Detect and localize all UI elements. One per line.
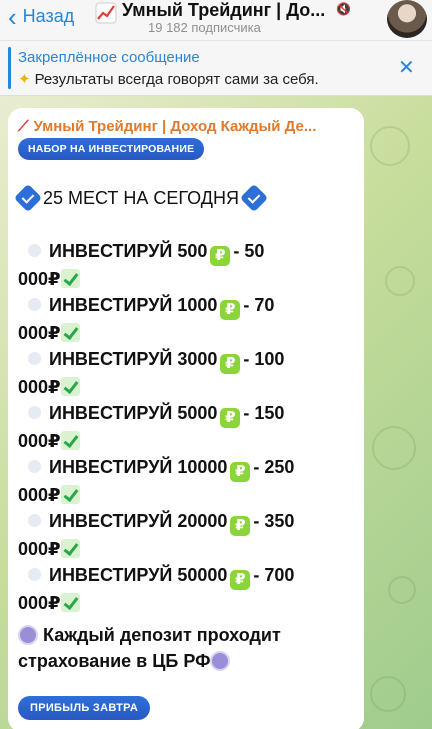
- pinned-text: Результаты всегда говорят сами за себя.: [34, 71, 319, 88]
- list-item: ИНВЕСТИРУЙ 1000 ₽ - 70 000₽: [18, 295, 275, 343]
- green-check-icon: [60, 323, 80, 342]
- profit-tomorrow-button[interactable]: ПРИБЫЛЬ ЗАВТРА: [18, 696, 151, 720]
- list-item: ИНВЕСТИРУЙ 10000 ₽ - 250 000₽: [18, 457, 295, 505]
- sender-name[interactable]: ⟋ Умный Трейдинг | Доход Каждый Де...: [18, 118, 316, 135]
- verified-check-icon: [239, 183, 269, 213]
- green-check-icon: [60, 539, 80, 558]
- bank-seal-icon: [210, 651, 231, 671]
- invest-list: ИНВЕСТИРУЙ 500 ₽ - 50 000₽ ИНВЕСТИРУЙ 1000 ₽…: [18, 238, 358, 616]
- channel-title[interactable]: Умный Трейдинг | До...: [122, 0, 325, 21]
- chart-up-icon: ⟋: [18, 118, 29, 135]
- badge-investing: НАБОР НА ИНВЕСТИРОВАНИЕ: [18, 138, 205, 160]
- list-item: ИНВЕСТИРУЙ 20000 ₽ - 350 000₽: [18, 511, 295, 559]
- verified-check-icon: [13, 183, 43, 213]
- ruble-coin-icon: ₽: [230, 516, 251, 536]
- list-item: ИНВЕСТИРУЙ 5000 ₽ - 150 000₽: [18, 403, 285, 451]
- chart-up-icon: [95, 2, 117, 24]
- dot-icon: [28, 406, 41, 419]
- top-bar: ‹ Назад Умный Трейдинг | До... 🔇 19 182 …: [0, 0, 432, 40]
- pinned-message[interactable]: Закреплённое сообщение ✦ Результаты всегд…: [0, 40, 432, 96]
- ruble-coin-icon: ₽: [230, 570, 251, 590]
- dot-icon: [28, 352, 41, 365]
- pinned-indicator: [8, 47, 11, 89]
- sparkles-icon: ✦: [18, 71, 31, 88]
- green-check-icon: [60, 431, 80, 450]
- list-item: ИНВЕСТИРУЙ 500 ₽ - 50 000₽: [18, 241, 265, 289]
- dot-icon: [28, 514, 41, 527]
- avatar[interactable]: [387, 0, 427, 38]
- ruble-coin-icon: ₽: [210, 246, 231, 266]
- message-bubble[interactable]: ⟋ Умный Трейдинг | Доход Каждый Де... НАБ…: [8, 108, 364, 729]
- ruble-coin-icon: ₽: [220, 300, 241, 320]
- dot-icon: [28, 244, 41, 257]
- muted-icon: 🔇: [336, 2, 351, 16]
- dot-icon: [28, 568, 41, 581]
- back-button[interactable]: ‹ Назад: [8, 1, 75, 32]
- green-check-icon: [60, 269, 80, 288]
- pinned-text-row: ✦ Результаты всегда говорят сами за себя.: [18, 70, 319, 88]
- green-check-icon: [60, 377, 80, 396]
- ruble-coin-icon: ₽: [220, 408, 241, 428]
- chevron-left-icon: ‹: [8, 1, 17, 32]
- ruble-coin-icon: ₽: [220, 354, 241, 374]
- list-item: ИНВЕСТИРУЙ 3000 ₽ - 100 000₽: [18, 349, 285, 397]
- headline: 25 МЕСТ НА СЕГОДНЯ: [13, 183, 269, 213]
- close-icon[interactable]: ✕: [398, 55, 415, 80]
- green-check-icon: [60, 593, 80, 612]
- back-label: Назад: [22, 6, 75, 26]
- ruble-coin-icon: ₽: [230, 462, 251, 482]
- dot-icon: [28, 298, 41, 311]
- green-check-icon: [60, 485, 80, 504]
- dot-icon: [28, 460, 41, 473]
- list-item: ИНВЕСТИРУЙ 50000 ₽ - 700 000₽: [18, 565, 295, 613]
- pinned-title: Закреплённое сообщение: [18, 49, 200, 66]
- subscriber-count: 19 182 подписчика: [148, 20, 261, 35]
- bank-seal-icon: [18, 625, 38, 645]
- deposit-note: Каждый депозит проходит страхование в ЦБ…: [18, 625, 281, 671]
